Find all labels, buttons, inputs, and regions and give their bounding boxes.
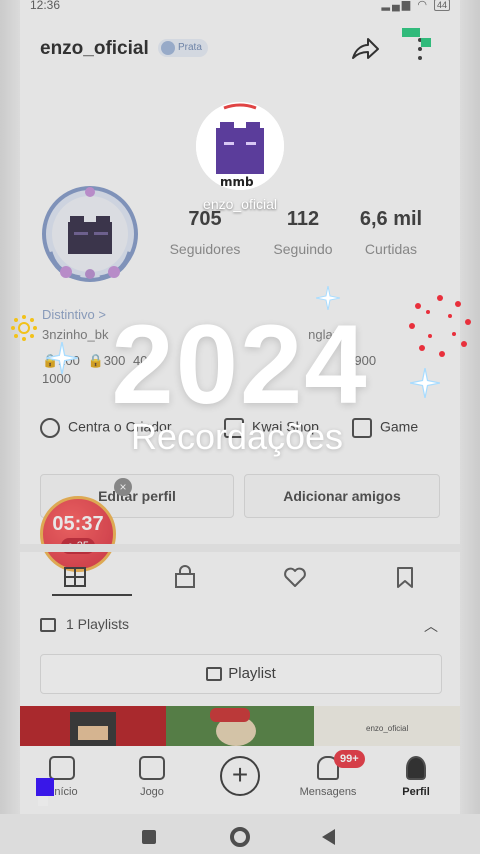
stat-label: Seguidores <box>169 241 241 257</box>
nav-profile[interactable]: Perfil <box>376 756 456 798</box>
stat-following[interactable]: 112 Seguindo <box>258 208 348 257</box>
thumbnail-label: enzo_oficial <box>366 724 409 733</box>
lock-tab-icon[interactable] <box>172 564 198 590</box>
profile-header: enzo_oficial Prata <box>40 36 440 64</box>
wifi-icon: ◠ <box>417 0 429 11</box>
sparkle-icon <box>316 286 340 310</box>
nav-label: Jogo <box>140 786 164 798</box>
nav-game[interactable]: Jogo <box>112 756 192 798</box>
recent-apps-icon[interactable] <box>142 830 156 844</box>
stat-label: Curtidas <box>364 241 418 257</box>
status-bar: 12:36 ▂▄▆ ◠ 44 <box>0 0 480 14</box>
status-time: 12:36 <box>30 0 61 12</box>
stat-label: Seguindo <box>273 241 333 257</box>
playlist-icon <box>206 667 223 682</box>
bookmark-tab-icon[interactable] <box>392 564 418 590</box>
profile-stats: 705 Seguidores 112 Seguindo 6,6 mil Curt… <box>160 208 440 268</box>
nav-label: Perfil <box>402 786 430 798</box>
playlists-header[interactable]: 1 Playlists ︿ <box>40 616 440 640</box>
profile-icon <box>406 756 426 780</box>
notification-badge: 99+ <box>334 750 365 768</box>
username: enzo_oficial <box>40 38 149 59</box>
signal-icon: ▂▄▆ <box>381 0 413 11</box>
stat-followers[interactable]: 705 Seguidores <box>160 208 250 257</box>
app-screen: 12:36 ▂▄▆ ◠ 44 enzo_oficial Prata 705 Se… <box>0 0 480 854</box>
recap-subtitle: Recordações <box>130 416 344 457</box>
video-thumbnail[interactable] <box>166 706 314 746</box>
status-icons: ▂▄▆ ◠ 44 <box>382 0 450 11</box>
white-sticker-decoration <box>38 796 48 806</box>
heart-tab-icon[interactable] <box>282 564 308 590</box>
nav-label: Mensagens <box>299 786 357 798</box>
nav-home[interactable]: nício <box>22 756 102 798</box>
add-friends-button[interactable]: Adicionar amigos <box>244 474 440 518</box>
back-icon[interactable] <box>322 829 335 845</box>
video-thumbnail[interactable] <box>20 706 166 746</box>
firework-icon <box>409 295 471 357</box>
playlist-button[interactable]: Playlist <box>40 654 442 694</box>
sun-icon <box>11 315 37 341</box>
content-tabs <box>20 560 460 596</box>
bottom-navigation: nício Jogo + Mensagens 99+ Perfil <box>20 746 460 806</box>
green-sticker-decoration <box>402 28 420 37</box>
chevron-up-icon: ︿ <box>424 618 438 634</box>
playlists-count: 1 Playlists <box>66 616 130 632</box>
home-button-icon[interactable] <box>230 827 250 847</box>
sparkle-icon <box>410 368 440 398</box>
grid-tab-icon[interactable] <box>62 564 88 590</box>
nav-label: nício <box>54 786 78 798</box>
recap-avatar: mmb <box>196 102 284 190</box>
green-sticker-decoration-2 <box>421 38 431 47</box>
create-button[interactable]: + <box>220 756 260 796</box>
badge-label: Prata <box>178 42 202 53</box>
video-thumbnails: enzo_oficial <box>20 706 460 746</box>
close-icon[interactable]: × <box>114 478 132 496</box>
timer-value: 05:37 <box>52 513 104 535</box>
blue-sticker-decoration <box>36 778 54 796</box>
section-divider <box>20 544 460 552</box>
level-badge[interactable]: Prata <box>158 39 208 57</box>
video-thumbnail[interactable]: enzo_oficial <box>314 706 460 746</box>
battery-icon: 44 <box>433 0 450 11</box>
svg-text:mmb: mmb <box>220 175 254 189</box>
gamepad-icon <box>139 756 165 780</box>
stat-likes: 6,6 mil Curtidas <box>346 208 436 257</box>
share-icon[interactable] <box>350 36 380 62</box>
badge-icon <box>161 41 175 55</box>
playlist-button-label: Playlist <box>228 665 276 682</box>
home-icon <box>49 756 75 780</box>
system-navigation-bar <box>0 814 480 854</box>
recap-username: enzo_oficial <box>203 196 277 212</box>
sparkle-icon <box>46 342 78 374</box>
playlist-icon <box>40 618 56 633</box>
active-tab-indicator <box>52 594 132 596</box>
